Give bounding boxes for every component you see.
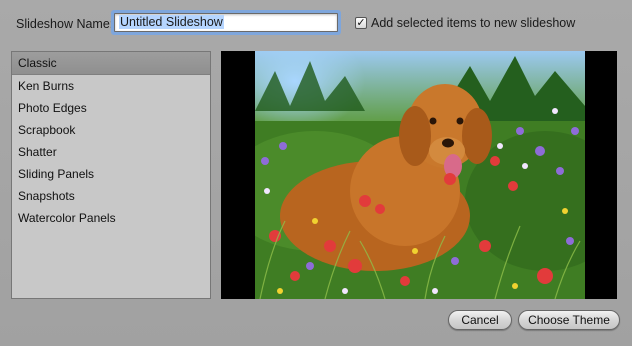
add-selected-items-option[interactable]: ✓ Add selected items to new slideshow: [355, 16, 575, 30]
choose-theme-button[interactable]: Choose Theme: [518, 310, 620, 330]
theme-preview: [221, 51, 617, 299]
theme-item-ken-burns[interactable]: Ken Burns: [12, 75, 210, 97]
theme-item-scrapbook[interactable]: Scrapbook: [12, 119, 210, 141]
add-selected-items-label: Add selected items to new slideshow: [371, 16, 576, 30]
cancel-button[interactable]: Cancel: [448, 310, 512, 330]
add-selected-items-checkbox[interactable]: ✓: [355, 17, 367, 29]
theme-item-sliding-panels[interactable]: Sliding Panels: [12, 163, 210, 185]
slideshow-name-input[interactable]: Untitled Slideshow: [114, 13, 338, 32]
theme-item-photo-edges[interactable]: Photo Edges: [12, 97, 210, 119]
theme-item-watercolor-panels[interactable]: Watercolor Panels: [12, 207, 210, 229]
theme-list[interactable]: Classic Ken Burns Photo Edges Scrapbook …: [11, 51, 211, 299]
theme-item-snapshots[interactable]: Snapshots: [12, 185, 210, 207]
theme-item-shatter[interactable]: Shatter: [12, 141, 210, 163]
slideshow-theme-dialog: Slideshow Name: Untitled Slideshow ✓ Add…: [0, 0, 632, 346]
slideshow-name-value: Untitled Slideshow: [119, 15, 224, 29]
preview-photo: [255, 51, 585, 299]
slideshow-name-label: Slideshow Name:: [16, 17, 114, 31]
theme-item-classic[interactable]: Classic: [12, 52, 210, 75]
dog-in-wildflowers-image: [255, 56, 585, 299]
checkmark-icon: ✓: [356, 16, 366, 29]
